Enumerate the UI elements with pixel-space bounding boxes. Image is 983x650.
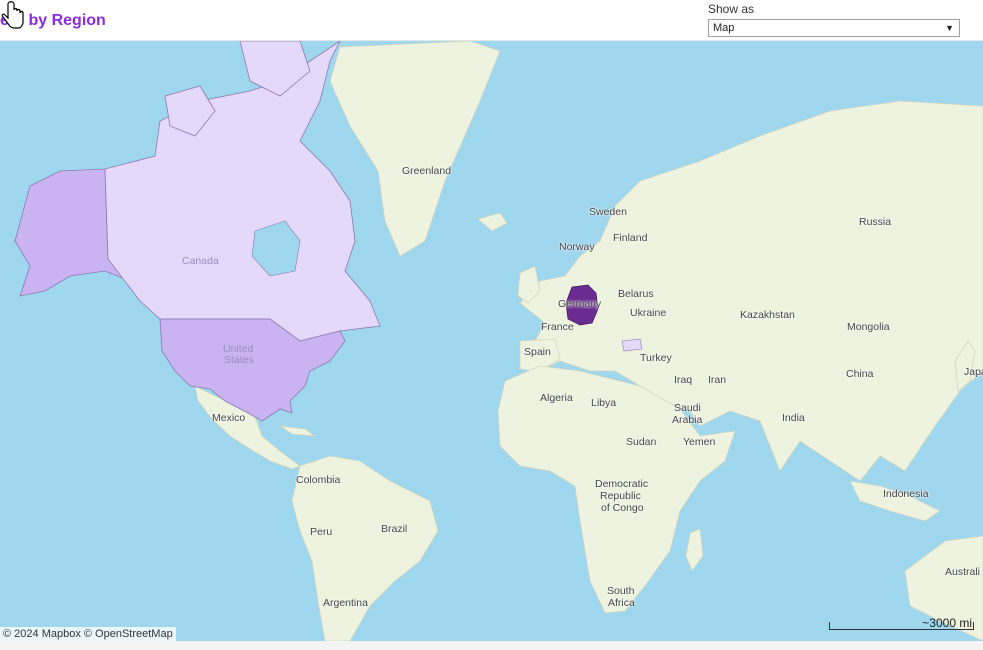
label-south-africa-1: South bbox=[607, 585, 635, 597]
label-greenland: Greenland bbox=[402, 165, 452, 177]
label-mexico: Mexico bbox=[212, 412, 246, 424]
label-peru: Peru bbox=[310, 526, 333, 538]
label-ukraine: Ukraine bbox=[630, 307, 667, 319]
label-saudi-arabia-2: Arabia bbox=[672, 414, 703, 426]
label-saudi-arabia-1: Saudi bbox=[674, 402, 701, 414]
label-sweden: Sweden bbox=[589, 206, 627, 218]
label-libya: Libya bbox=[591, 397, 617, 409]
label-algeria: Algeria bbox=[540, 392, 573, 404]
label-australia: Australi bbox=[945, 566, 981, 578]
world-map[interactable]: Greenland Canada United States Mexico Co… bbox=[0, 41, 983, 641]
footer-strip bbox=[0, 641, 983, 650]
label-turkey: Turkey bbox=[640, 352, 672, 364]
label-finland: Finland bbox=[613, 232, 648, 244]
label-mongolia: Mongolia bbox=[847, 321, 890, 333]
label-india: India bbox=[782, 412, 805, 424]
label-belarus: Belarus bbox=[618, 288, 654, 300]
label-france: France bbox=[541, 321, 574, 333]
hand-cursor-icon bbox=[1, 1, 24, 29]
header-bar: ers by Region Show as Map ▼ bbox=[0, 0, 983, 41]
label-colombia: Colombia bbox=[296, 474, 341, 486]
greenland-shape bbox=[329, 41, 501, 257]
label-drc-3: of Congo bbox=[601, 502, 644, 514]
label-argentina: Argentina bbox=[323, 597, 368, 609]
label-spain: Spain bbox=[524, 346, 551, 358]
label-sudan: Sudan bbox=[626, 436, 657, 448]
map-scale-bar: ~3000 mi bbox=[829, 616, 974, 630]
scale-label: ~3000 mi bbox=[922, 616, 972, 630]
indonesia-shape bbox=[849, 480, 941, 522]
label-kazakhstan: Kazakhstan bbox=[740, 309, 795, 321]
cuba-shape bbox=[279, 425, 317, 437]
label-japan: Japa bbox=[964, 366, 983, 378]
label-russia: Russia bbox=[859, 216, 892, 228]
bulgaria-shape bbox=[621, 338, 643, 352]
label-indonesia: Indonesia bbox=[883, 488, 929, 500]
label-brazil: Brazil bbox=[381, 523, 408, 535]
label-canada: Canada bbox=[182, 255, 219, 267]
label-germany: Germany bbox=[558, 298, 602, 310]
label-china: China bbox=[846, 368, 874, 380]
map-attribution[interactable]: © 2024 Mapbox © OpenStreetMap bbox=[0, 627, 176, 641]
label-iran: Iran bbox=[708, 374, 727, 386]
label-united-states-2: States bbox=[224, 354, 254, 366]
show-as-selected-value: Map bbox=[713, 22, 735, 34]
show-as-select[interactable]: Map ▼ bbox=[708, 19, 960, 37]
label-drc-2: Republic bbox=[600, 490, 641, 502]
label-iraq: Iraq bbox=[674, 374, 693, 386]
label-drc-1: Democratic bbox=[595, 478, 649, 490]
chevron-down-icon: ▼ bbox=[945, 23, 954, 33]
label-yemen: Yemen bbox=[683, 436, 716, 448]
iceland-shape bbox=[477, 212, 508, 232]
label-south-africa-2: Africa bbox=[608, 597, 635, 609]
madagascar-shape bbox=[685, 528, 704, 572]
map-canvas[interactable] bbox=[0, 41, 983, 641]
label-norway: Norway bbox=[559, 241, 595, 253]
show-as-label: Show as bbox=[708, 2, 755, 16]
